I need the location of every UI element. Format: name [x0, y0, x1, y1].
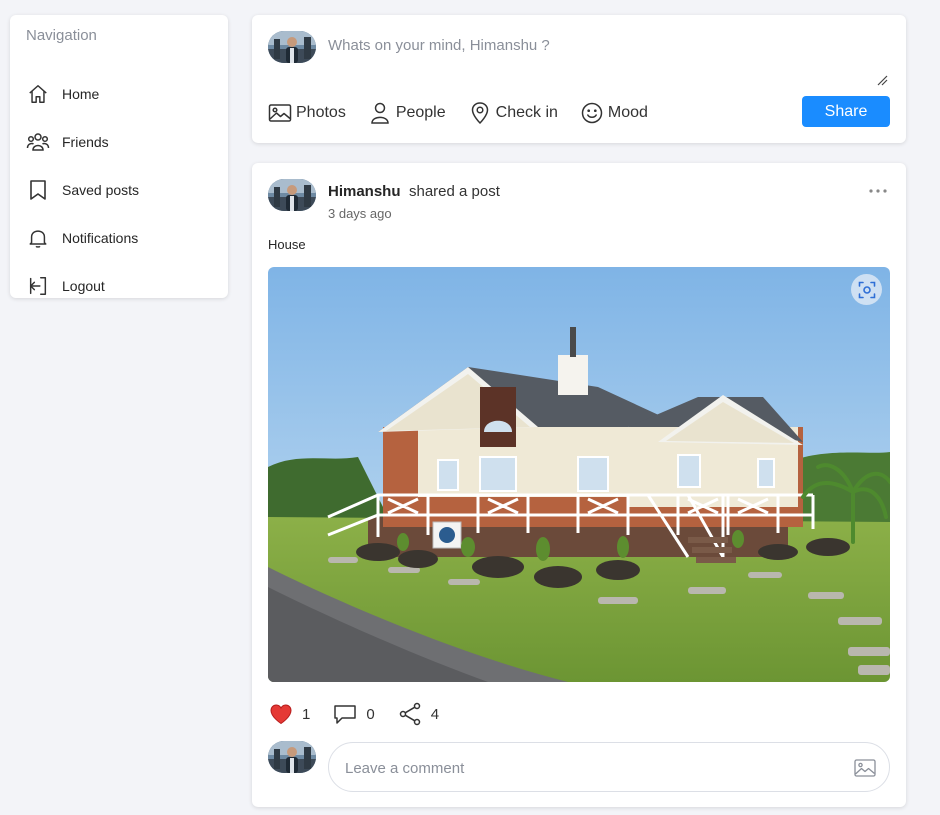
- more-options-icon[interactable]: [866, 183, 890, 199]
- post-action-text: shared a post: [409, 183, 500, 200]
- sidebar-item-label: Saved posts: [62, 182, 140, 198]
- share-post-button[interactable]: 4: [397, 701, 439, 727]
- comment-box: [328, 742, 890, 792]
- bell-icon: [26, 226, 50, 250]
- sidebar-item-saved-posts[interactable]: Saved posts: [26, 174, 216, 206]
- mood-button[interactable]: Mood: [580, 101, 648, 125]
- mood-label: Mood: [607, 104, 648, 121]
- person-icon: [368, 101, 392, 125]
- image-scan-icon[interactable]: [851, 274, 882, 305]
- comment-icon: [332, 701, 358, 727]
- sidebar-title: Navigation: [26, 27, 97, 44]
- smiley-icon: [580, 101, 604, 125]
- share-button[interactable]: Share: [802, 96, 890, 127]
- sidebar-item-label: Friends: [62, 134, 109, 150]
- comment-input[interactable]: [345, 757, 825, 779]
- heart-icon: [268, 701, 294, 727]
- resize-handle-icon[interactable]: [876, 73, 888, 86]
- post-card: Himanshu shared a post 3 days ago House: [252, 163, 906, 807]
- photos-button[interactable]: Photos: [268, 101, 346, 125]
- share-count: 4: [430, 705, 440, 723]
- comment-count: 0: [366, 705, 375, 723]
- bookmark-icon: [26, 178, 50, 202]
- comment-button[interactable]: 0: [332, 701, 375, 727]
- post-timestamp: 3 days ago: [328, 206, 392, 221]
- post-author[interactable]: Himanshu: [328, 183, 401, 200]
- composer-actions: Photos People Check in Mood: [268, 98, 670, 128]
- sidebar-item-home[interactable]: Home: [26, 78, 216, 110]
- post-composer: Photos People Check in Mood Share: [252, 15, 906, 143]
- photos-label: Photos: [296, 104, 346, 121]
- sidebar-item-logout[interactable]: Logout: [26, 270, 216, 302]
- home-icon: [26, 82, 50, 106]
- like-count: 1: [302, 705, 311, 723]
- sidebar-item-notifications[interactable]: Notifications: [26, 222, 216, 254]
- people-button[interactable]: People: [368, 101, 446, 125]
- sidebar-item-label: Home: [62, 86, 100, 102]
- image-icon: [268, 101, 292, 125]
- post-reactions: 1 0 4: [268, 701, 461, 727]
- people-label: People: [395, 104, 446, 121]
- attach-image-icon[interactable]: [853, 757, 877, 779]
- check-in-button[interactable]: Check in: [468, 101, 558, 125]
- like-button[interactable]: 1: [268, 701, 310, 727]
- friends-icon: [26, 130, 50, 154]
- avatar[interactable]: [268, 31, 316, 63]
- sidebar-item-label: Notifications: [62, 230, 139, 246]
- location-pin-icon: [468, 101, 492, 125]
- post-image[interactable]: [268, 267, 890, 682]
- avatar[interactable]: [268, 741, 316, 773]
- sidebar-item-friends[interactable]: Friends: [26, 126, 216, 158]
- navigation-sidebar: Navigation Home Friends Saved posts Noti…: [10, 15, 228, 298]
- sidebar-item-label: Logout: [62, 278, 105, 294]
- post-caption: House: [268, 237, 306, 252]
- status-input[interactable]: [328, 37, 888, 87]
- house-photo: [268, 267, 890, 682]
- check-in-label: Check in: [495, 104, 558, 121]
- logout-icon: [26, 274, 50, 298]
- share-icon: [397, 701, 423, 727]
- avatar[interactable]: [268, 179, 316, 211]
